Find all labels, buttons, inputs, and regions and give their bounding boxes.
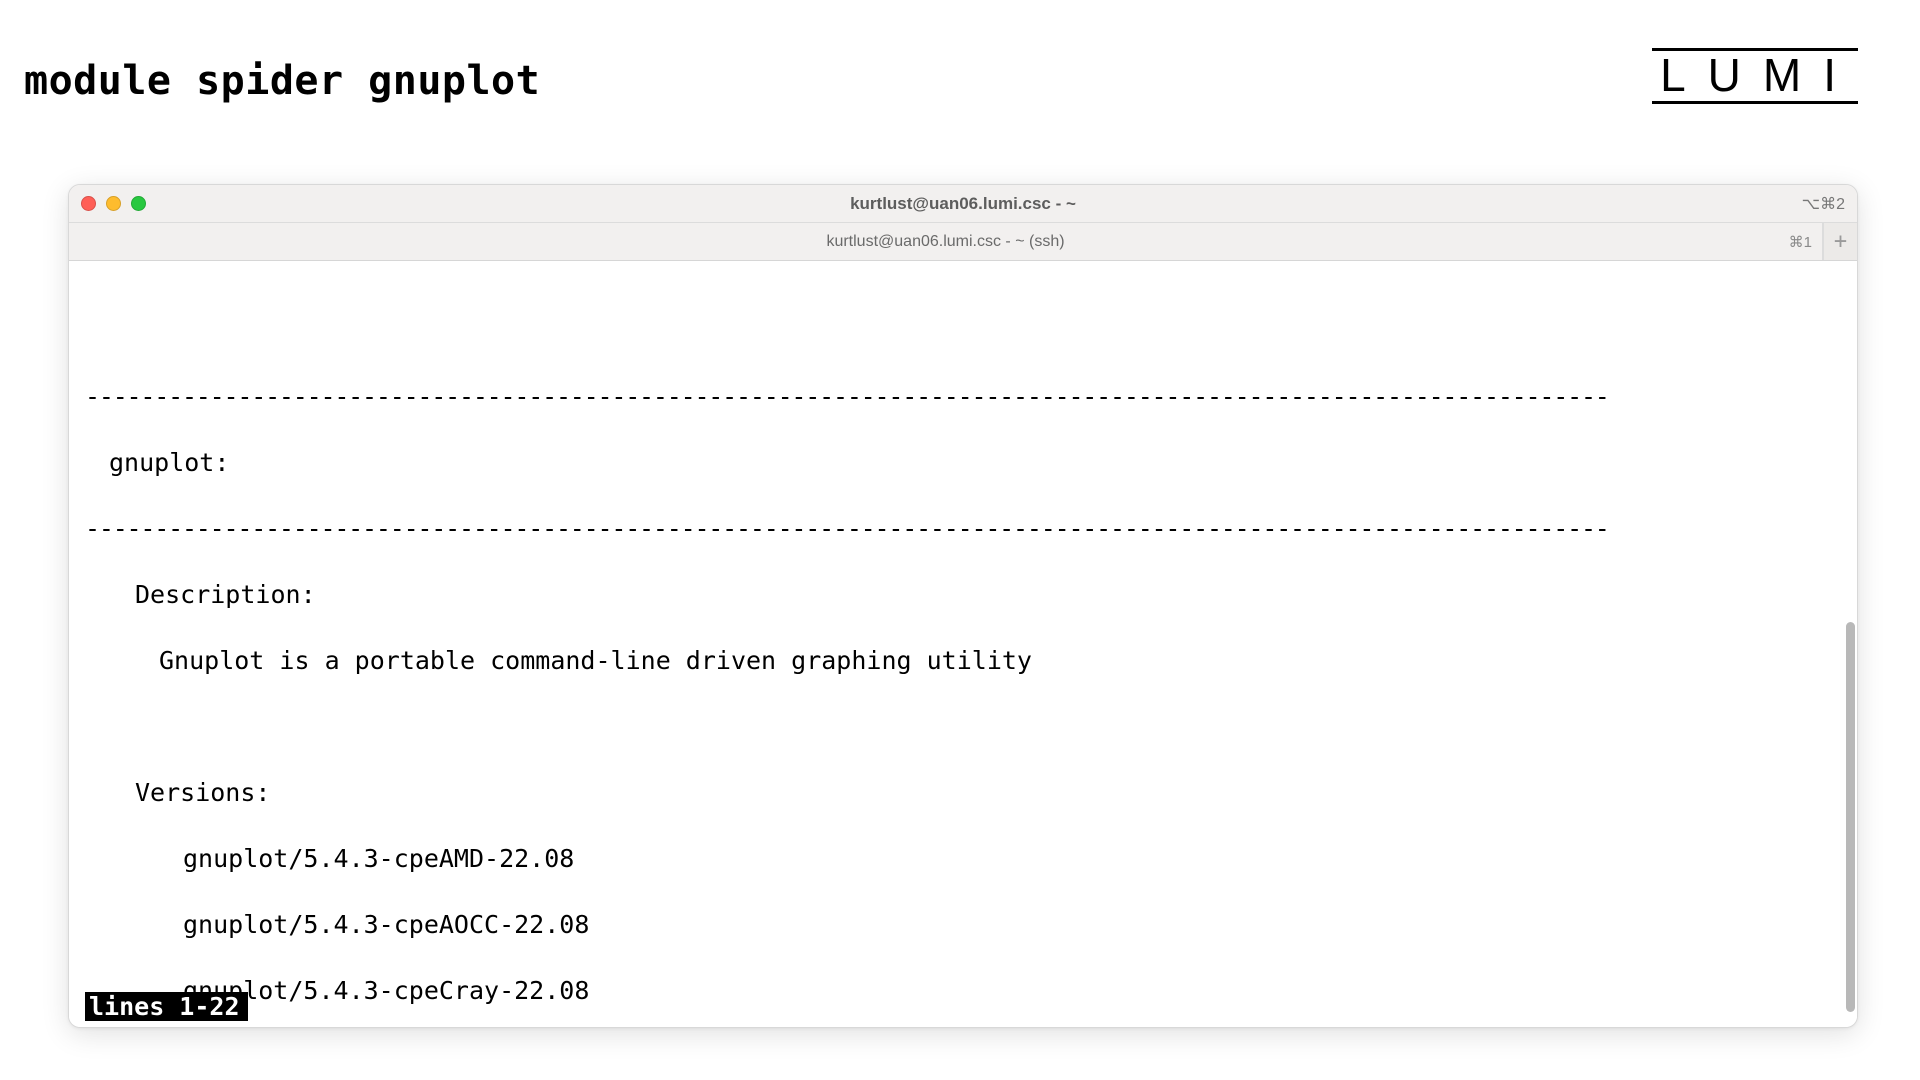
- version-entry: gnuplot/5.4.3-cpeCray-22.08: [85, 974, 1841, 1007]
- minimize-window-button[interactable]: [106, 196, 121, 211]
- plus-icon: +: [1834, 231, 1847, 253]
- window-shortcut-label: ⌥⌘2: [1802, 194, 1845, 214]
- zoom-window-button[interactable]: [131, 196, 146, 211]
- terminal-body[interactable]: ----------------------------------------…: [69, 261, 1857, 1027]
- tab-bar: kurtlust@uan06.lumi.csc - ~ (ssh) ⌘1 +: [69, 223, 1857, 261]
- pager-status: lines 1-22: [85, 992, 248, 1021]
- version-entry: gnuplot/5.4.3-cpeAOCC-22.08: [85, 908, 1841, 941]
- version-entry: gnuplot/5.4.3-cpeAMD-22.08: [85, 842, 1841, 875]
- traffic-lights: [81, 196, 146, 211]
- description-text: Gnuplot is a portable command-line drive…: [85, 644, 1841, 677]
- scrollbar-track[interactable]: [1846, 269, 1855, 1019]
- close-window-button[interactable]: [81, 196, 96, 211]
- versions-label: Versions:: [85, 776, 1841, 809]
- tab-label: kurtlust@uan06.lumi.csc - ~ (ssh): [826, 233, 1064, 251]
- description-label: Description:: [85, 578, 1841, 611]
- terminal-output: ----------------------------------------…: [69, 261, 1857, 1027]
- lumi-logo: LUMI: [1652, 48, 1858, 104]
- window-title: kurtlust@uan06.lumi.csc - ~: [69, 194, 1857, 214]
- scrollbar-thumb[interactable]: [1846, 622, 1855, 1012]
- window-titlebar: kurtlust@uan06.lumi.csc - ~ ⌥⌘2: [69, 185, 1857, 223]
- tab-shortcut-label: ⌘1: [1789, 233, 1812, 251]
- module-name-line: gnuplot:: [85, 446, 1841, 479]
- add-tab-button[interactable]: +: [1823, 223, 1857, 260]
- slide-title: module spider gnuplot: [24, 58, 540, 104]
- terminal-line: ----------------------------------------…: [85, 512, 1841, 545]
- tab-ssh-session[interactable]: kurtlust@uan06.lumi.csc - ~ (ssh) ⌘1: [69, 223, 1823, 260]
- terminal-line: ----------------------------------------…: [85, 380, 1841, 413]
- terminal-window: kurtlust@uan06.lumi.csc - ~ ⌥⌘2 kurtlust…: [68, 184, 1858, 1028]
